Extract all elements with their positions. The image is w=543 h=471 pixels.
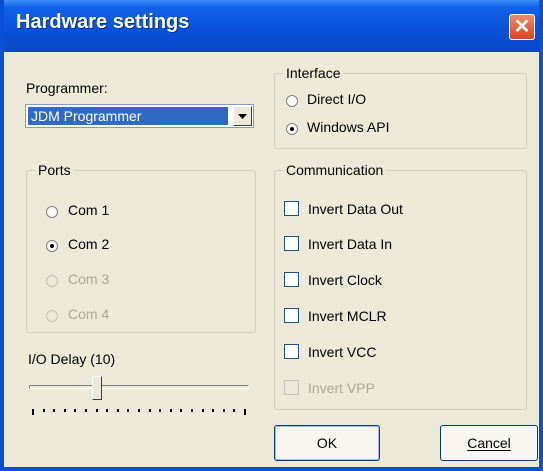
slider-tick xyxy=(244,409,246,415)
checkbox-invert-vcc[interactable] xyxy=(284,344,299,359)
radio-direct-io[interactable] xyxy=(286,95,298,107)
slider-tick xyxy=(233,409,236,412)
title-bar[interactable]: Hardware settings ✕ xyxy=(4,0,539,52)
chevron-down-icon xyxy=(238,113,247,119)
io-delay-slider-track[interactable] xyxy=(29,385,249,389)
close-button[interactable]: ✕ xyxy=(509,14,535,40)
slider-tick xyxy=(148,409,151,412)
ports-group-title: Ports xyxy=(35,162,74,178)
radio-com3-label: Com 3 xyxy=(68,271,110,287)
radio-com1-label: Com 1 xyxy=(68,202,110,218)
slider-tick xyxy=(212,409,215,412)
checkbox-invert-mclr-label: Invert MCLR xyxy=(308,308,387,324)
checkbox-invert-vpp-label: Invert VPP xyxy=(308,380,375,396)
radio-com2[interactable] xyxy=(46,240,58,252)
checkbox-invert-data-in[interactable] xyxy=(284,236,299,251)
radio-direct-io-label: Direct I/O xyxy=(307,91,367,107)
radio-selected-dot xyxy=(50,244,54,248)
slider-tick xyxy=(53,409,56,412)
slider-tick xyxy=(95,409,98,412)
communication-group-title: Communication xyxy=(283,162,387,178)
cancel-button[interactable]: Cancel xyxy=(440,425,538,461)
checkbox-invert-clock[interactable] xyxy=(284,272,299,287)
cancel-button-label: Cancel xyxy=(467,435,511,451)
programmer-selected-value: JDM Programmer xyxy=(28,107,228,125)
ok-button[interactable]: OK xyxy=(274,425,380,461)
slider-tick xyxy=(32,409,34,415)
interface-group-title: Interface xyxy=(283,65,344,81)
slider-tick xyxy=(191,409,193,412)
interface-group: Interface xyxy=(274,65,527,149)
radio-selected-dot xyxy=(290,127,294,131)
checkbox-invert-mclr[interactable] xyxy=(284,308,299,323)
slider-tick xyxy=(42,409,45,412)
slider-tick xyxy=(85,409,87,412)
radio-com2-label: Com 2 xyxy=(68,236,110,252)
checkbox-invert-vpp[interactable] xyxy=(284,380,299,395)
io-delay-slider-thumb[interactable] xyxy=(92,376,102,400)
slider-tick xyxy=(222,409,225,412)
checkbox-invert-clock-label: Invert Clock xyxy=(308,272,382,288)
slider-tick xyxy=(169,409,172,412)
slider-tick xyxy=(63,409,66,412)
dropdown-button[interactable] xyxy=(233,106,252,126)
radio-com4[interactable] xyxy=(46,310,58,322)
checkbox-invert-data-in-label: Invert Data In xyxy=(308,236,393,252)
checkbox-invert-data-out[interactable] xyxy=(284,201,299,216)
slider-tick xyxy=(74,409,77,412)
radio-com4-label: Com 4 xyxy=(68,306,110,322)
slider-tick xyxy=(127,409,130,412)
checkbox-invert-data-out-label: Invert Data Out xyxy=(308,201,403,217)
slider-tick xyxy=(138,409,140,412)
programmer-select[interactable]: JDM Programmer xyxy=(25,104,254,128)
programmer-label: Programmer: xyxy=(26,80,108,96)
slider-tick xyxy=(116,409,119,412)
radio-com3[interactable] xyxy=(46,275,58,287)
io-delay-label: I/O Delay (10) xyxy=(28,351,116,367)
slider-tick xyxy=(201,409,204,412)
slider-tick xyxy=(159,409,162,412)
slider-tick xyxy=(180,409,183,412)
hardware-settings-dialog: Hardware settings ✕ Programmer: JDM Prog… xyxy=(0,0,543,471)
radio-windows-api[interactable] xyxy=(286,123,298,135)
close-icon: ✕ xyxy=(513,16,531,38)
radio-windows-api-label: Windows API xyxy=(307,119,390,135)
window-title: Hardware settings xyxy=(16,11,190,33)
radio-com1[interactable] xyxy=(46,206,58,218)
checkbox-invert-vcc-label: Invert VCC xyxy=(308,344,377,360)
slider-tick xyxy=(106,409,109,412)
ports-group: Ports xyxy=(26,162,256,333)
